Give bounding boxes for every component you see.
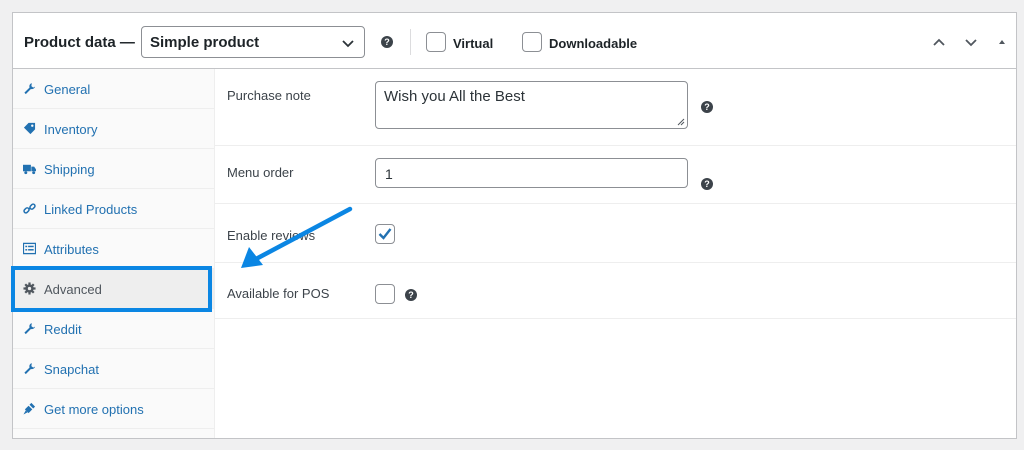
enable-reviews-checkbox[interactable] bbox=[375, 224, 395, 244]
plugin-icon bbox=[23, 402, 36, 415]
collapse-triangle-icon[interactable] bbox=[995, 35, 1009, 49]
sidebar-item-linked-products[interactable]: Linked Products bbox=[13, 189, 214, 229]
link-icon bbox=[23, 203, 36, 214]
truck-icon bbox=[23, 164, 36, 175]
purchase-note-textarea[interactable]: Wish you All the Best bbox=[375, 81, 688, 129]
sidebar-item-snapchat[interactable]: Snapchat bbox=[13, 349, 214, 389]
virtual-checkbox[interactable] bbox=[426, 32, 446, 52]
purchase-note-label: Purchase note bbox=[227, 88, 311, 103]
menu-order-value: 1 bbox=[385, 166, 393, 182]
help-icon[interactable]: ? bbox=[405, 289, 417, 301]
purchase-note-value: Wish you All the Best bbox=[384, 88, 525, 105]
purchase-note-row: Purchase note Wish you All the Best ? bbox=[215, 69, 1016, 146]
chevron-down-icon[interactable] bbox=[964, 35, 978, 49]
downloadable-label: Downloadable bbox=[549, 36, 638, 51]
product-type-select[interactable]: Simple product bbox=[141, 26, 365, 58]
advanced-options-panel: Purchase note Wish you All the Best ? Me… bbox=[215, 69, 1016, 438]
sidebar-item-label: Snapchat bbox=[44, 362, 99, 377]
menu-order-row: Menu order 1 ? bbox=[215, 146, 1016, 204]
checkmark-icon bbox=[378, 228, 392, 240]
virtual-label: Virtual bbox=[453, 36, 494, 51]
sidebar-item-label: General bbox=[44, 82, 91, 97]
tag-icon bbox=[23, 122, 36, 135]
resize-grip-icon[interactable] bbox=[677, 118, 685, 126]
available-for-pos-checkbox[interactable] bbox=[375, 284, 395, 304]
sidebar-item-shipping[interactable]: Shipping bbox=[13, 149, 214, 189]
sidebar-item-label: Advanced bbox=[44, 282, 102, 297]
enable-reviews-label: Enable reviews bbox=[227, 228, 316, 243]
chevron-up-icon[interactable] bbox=[932, 35, 946, 49]
product-type-value: Simple product bbox=[150, 34, 260, 51]
divider bbox=[410, 29, 411, 55]
product-data-panel: Product data — Simple product ? Virtual … bbox=[11, 12, 1017, 439]
menu-order-label: Menu order bbox=[227, 165, 294, 180]
available-for-pos-row: Available for POS ? bbox=[215, 263, 1016, 319]
sidebar-item-reddit[interactable]: Reddit bbox=[13, 309, 214, 349]
wrench-icon bbox=[24, 83, 36, 95]
wrench-icon bbox=[24, 323, 36, 335]
help-icon[interactable]: ? bbox=[701, 178, 713, 190]
menu-order-input[interactable]: 1 bbox=[375, 158, 688, 188]
sidebar-item-label: Attributes bbox=[44, 242, 99, 257]
sidebar-item-label: Shipping bbox=[44, 162, 95, 177]
gear-icon bbox=[23, 282, 36, 295]
wrench-icon bbox=[24, 363, 36, 375]
panel-title: Product data — bbox=[24, 34, 135, 51]
sidebar-item-get-more-options[interactable]: Get more options bbox=[13, 389, 214, 429]
list-icon bbox=[23, 242, 36, 255]
sidebar-item-label: Linked Products bbox=[44, 202, 138, 217]
available-for-pos-label: Available for POS bbox=[227, 286, 330, 301]
help-icon[interactable]: ? bbox=[381, 36, 393, 48]
product-data-tabs: General Inventory Shipping Linked Produc… bbox=[11, 69, 215, 438]
sidebar-item-attributes[interactable]: Attributes bbox=[13, 229, 214, 269]
help-icon[interactable]: ? bbox=[701, 101, 713, 113]
panel-header: Product data — Simple product ? Virtual … bbox=[13, 13, 1016, 69]
sidebar-item-general[interactable]: General bbox=[13, 69, 214, 109]
chevron-down-icon bbox=[342, 40, 354, 48]
enable-reviews-row: Enable reviews bbox=[215, 204, 1016, 263]
sidebar-item-label: Get more options bbox=[44, 402, 144, 417]
sidebar-item-label: Reddit bbox=[44, 322, 82, 337]
downloadable-checkbox[interactable] bbox=[522, 32, 542, 52]
sidebar-item-advanced[interactable]: Advanced bbox=[13, 269, 214, 309]
sidebar-item-inventory[interactable]: Inventory bbox=[13, 109, 214, 149]
sidebar-item-label: Inventory bbox=[44, 122, 98, 137]
